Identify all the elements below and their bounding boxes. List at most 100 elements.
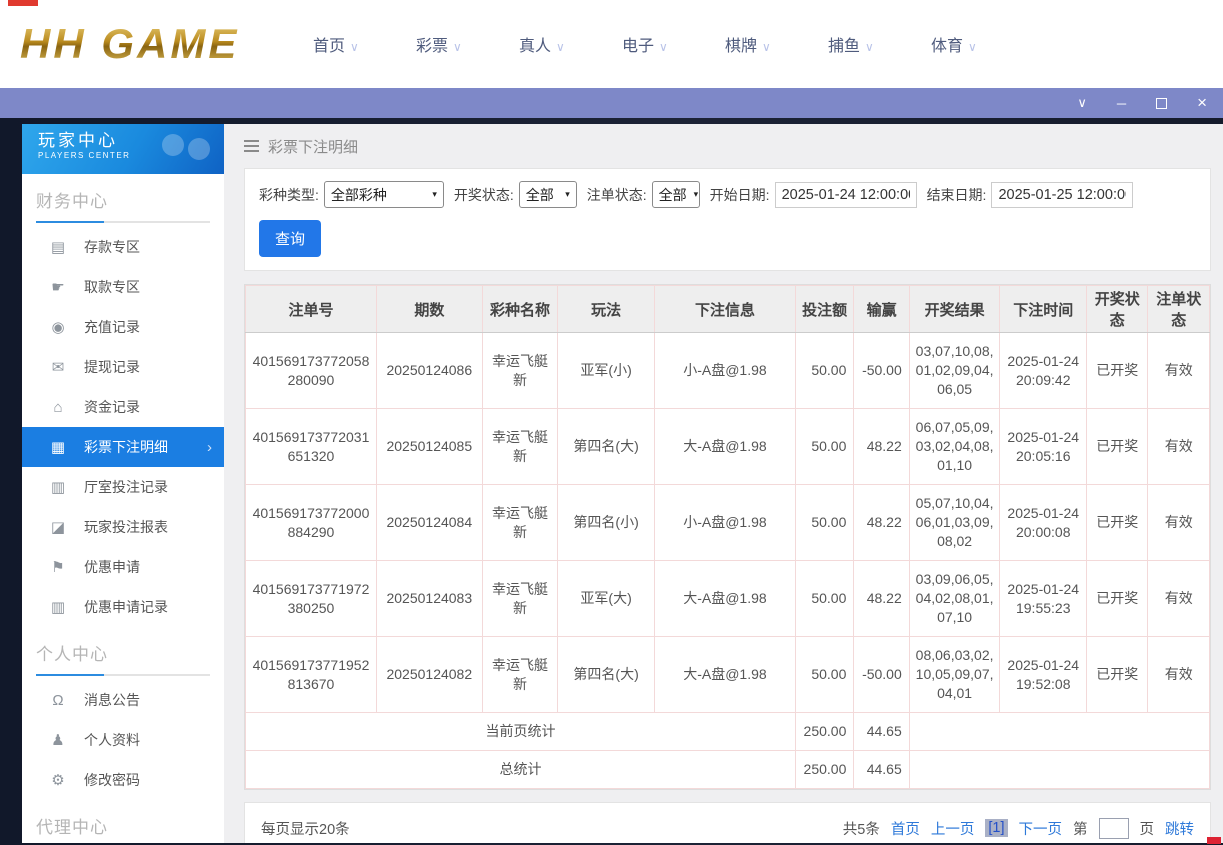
filter-panel: 彩种类型: 全部彩种▾ 开奖状态: 全部▾ 注单状态: 全部▾ 开始日期: 结束… [244, 168, 1211, 271]
hamburger-icon[interactable] [244, 140, 259, 152]
order-status-label: 注单状态: [586, 186, 647, 203]
sidebar-item-promo-apply-record[interactable]: ▥ 优惠申请记录 [22, 587, 224, 627]
table-header-row: 注单号 期数 彩种名称 玩法 下注信息 投注额 输赢 开奖结果 下注时间 开奖状… [245, 285, 1210, 333]
jump-suffix-label: 页 [1139, 821, 1155, 838]
person-icon: ♟ [51, 732, 65, 749]
sidebar-item-change-password[interactable]: ⚙ 修改密码 [22, 760, 224, 800]
page-title: 彩票下注明细 [268, 138, 359, 156]
sidebar-item-funds-record[interactable]: ⌂ 资金记录 [22, 387, 224, 427]
col-draw-result: 开奖结果 [908, 285, 1001, 333]
chevron-down-icon: ∨ [555, 40, 565, 54]
sidebar-item-recharge-record[interactable]: ◉ 充值记录 [22, 307, 224, 347]
first-page-link[interactable]: 首页 [891, 818, 920, 839]
chevron-down-icon: ▾ [432, 189, 437, 199]
decoration-red-sliver [8, 0, 38, 6]
main-content: 彩票下注明细 彩种类型: 全部彩种 ▾ 开奖状态: 全部 ▾ 注单状态: 全部 ▾ 开… [224, 124, 1223, 843]
col-play-type: 玩法 [557, 285, 655, 333]
bets-table: 注单号 期数 彩种名称 玩法 下注信息 投注额 输赢 开奖结果 下注时间 开奖状… [245, 285, 1211, 789]
col-order-status: 注单状态 [1147, 285, 1210, 333]
chevron-down-icon: ∨ [864, 40, 874, 54]
current-page-bet-total: 250.00 [794, 712, 855, 751]
close-icon[interactable]: × [1197, 93, 1207, 112]
sidebar: 玩家中心 PLAYERS CENTER 财务中心 ▤ 存款专区 ☛ 取款专区 ◉ 充值… [22, 124, 224, 843]
gift-icon: ⚑ [51, 559, 65, 576]
current-page-winloss-total: 44.65 [853, 712, 910, 751]
site-header: HH GAME 首页 ∨ 彩票 ∨ 真人 ∨ 电子 ∨ 棋牌 ∨ 捕鱼 ∨ 体育 ∨ [0, 0, 1223, 88]
sidebar-item-message-announcements[interactable]: Ω 消息公告 [22, 680, 224, 720]
grand-total-stats-row: 总统计 250.00 44.65 [245, 750, 1211, 789]
draw-status-select[interactable]: 全部 ▾ [518, 181, 577, 208]
col-order-id: 注单号 [245, 285, 377, 333]
sidebar-item-hall-bet-record[interactable]: ▥ 厅室投注记录 [22, 467, 224, 507]
record-list-icon: ▥ [50, 479, 66, 496]
nav-item-slots[interactable]: 电子 ∨ [593, 32, 696, 56]
sidebar-item-deposit-zone[interactable]: ▤ 存款专区 [22, 227, 224, 267]
window-dropdown-icon[interactable]: ∨ [1077, 94, 1087, 112]
table-row: 401569173772058280090 20250124086 幸运飞艇新 亚军(… [245, 332, 1210, 409]
jump-button[interactable]: 跳转 [1165, 818, 1194, 839]
jump-prefix-label: 第 [1073, 821, 1088, 838]
col-bet-amount: 投注额 [794, 285, 855, 333]
col-winloss: 输赢 [853, 285, 910, 333]
sidebar-item-player-bet-report[interactable]: ◪ 玩家投注报表 [22, 507, 224, 547]
current-page-stats-label: 当前页统计 [245, 712, 796, 751]
minimize-icon[interactable]: ─ [1117, 94, 1126, 112]
chevron-down-icon: ∨ [967, 40, 977, 54]
section-finance-center: 财务中心 [36, 187, 210, 223]
nav-item-fishing[interactable]: 捕鱼 ∨ [799, 32, 902, 56]
sidebar-item-promo-apply[interactable]: ⚑ 优惠申请 [22, 547, 224, 587]
report-chart-icon: ◪ [50, 519, 66, 536]
nav-item-sports[interactable]: 体育 ∨ [902, 32, 1005, 56]
start-date-input[interactable] [774, 181, 917, 208]
start-date-label: 开始日期: [709, 186, 770, 203]
prev-page-link[interactable]: 上一页 [931, 818, 975, 839]
wallet-icon: ✉ [51, 359, 65, 376]
list-icon: ▦ [50, 439, 66, 456]
money-house-icon: ⌂ [53, 398, 63, 416]
current-page-stats-row: 当前页统计 250.00 44.65 [245, 712, 1211, 751]
chevron-down-icon: ∨ [761, 40, 771, 54]
end-date-input[interactable] [991, 181, 1134, 208]
record-list-icon: ▥ [50, 599, 66, 616]
page-size-text: 每页显示20条 [261, 821, 350, 838]
col-draw-status: 开奖状态 [1086, 285, 1149, 333]
sidebar-item-withdrawal-record[interactable]: ✉ 提现记录 [22, 347, 224, 387]
grand-total-bet-total: 250.00 [794, 750, 855, 789]
col-bet-time: 下注时间 [999, 285, 1088, 333]
bank-card-icon: ▤ [50, 239, 66, 256]
draw-status-label: 开奖状态: [453, 186, 514, 203]
sidebar-item-withdraw-zone[interactable]: ☛ 取款专区 [22, 267, 224, 307]
table-row: 401569173771972380250 20250124083 幸运飞艇新 亚军(… [245, 560, 1210, 637]
money-bag-icon: ◉ [51, 319, 65, 336]
decoration-red-mark [1207, 837, 1221, 844]
window-titlebar: ∨ ─ × [0, 88, 1223, 118]
nav-item-live[interactable]: 真人 ∨ [490, 32, 593, 56]
table-row: 401569173772031651320 20250124085 幸运飞艇新 第四名… [245, 408, 1210, 485]
lottery-type-select[interactable]: 全部彩种 ▾ [323, 181, 444, 208]
chevron-down-icon: ▾ [693, 189, 699, 199]
players-center-banner: 玩家中心 PLAYERS CENTER [22, 124, 224, 174]
bell-icon: Ω [52, 691, 64, 709]
gear-icon: ⚙ [51, 772, 65, 789]
nav-item-home[interactable]: 首页 ∨ [284, 32, 387, 56]
bets-table-card: 注单号 期数 彩种名称 玩法 下注信息 投注额 输赢 开奖结果 下注时间 开奖状… [244, 284, 1211, 790]
section-personal-center: 个人中心 [36, 640, 210, 676]
chevron-right-icon: › [207, 438, 212, 456]
page-jump-input[interactable] [1098, 817, 1129, 839]
site-logo: HH GAME [20, 20, 240, 67]
nav-item-cards[interactable]: 棋牌 ∨ [696, 32, 799, 56]
order-status-select[interactable]: 全部 ▾ [651, 181, 700, 208]
next-page-link[interactable]: 下一页 [1019, 818, 1063, 839]
window-body: 玩家中心 PLAYERS CENTER 财务中心 ▤ 存款专区 ☛ 取款专区 ◉ 充值… [0, 118, 1223, 845]
maximize-icon[interactable] [1156, 94, 1168, 112]
grand-total-winloss-total: 44.65 [853, 750, 910, 789]
sidebar-item-profile[interactable]: ♟ 个人资料 [22, 720, 224, 760]
current-page-indicator[interactable]: [1] [985, 819, 1008, 837]
col-period: 期数 [375, 285, 483, 333]
end-date-label: 结束日期: [926, 186, 987, 203]
chevron-down-icon: ∨ [452, 40, 462, 54]
col-bet-info: 下注信息 [653, 285, 796, 333]
sidebar-item-lottery-bet-detail[interactable]: ▦ 彩票下注明细 › [22, 427, 224, 467]
nav-item-lottery[interactable]: 彩票 ∨ [387, 32, 490, 56]
query-button[interactable]: 查询 [259, 220, 322, 257]
